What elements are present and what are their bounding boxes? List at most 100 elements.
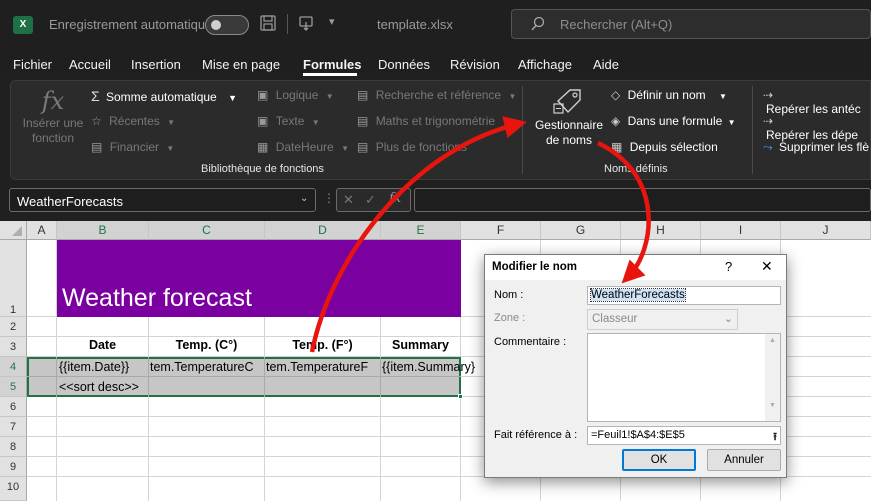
title-banner[interactable]: Weather forecast xyxy=(57,240,461,317)
use-in-formula-button[interactable]: ◈ Dans une formule ▼ xyxy=(611,114,736,128)
autosave-toggle[interactable] xyxy=(205,15,249,35)
star-icon: ☆ xyxy=(91,114,102,128)
dialog-title: Modifier le nom xyxy=(492,261,577,273)
header-date[interactable]: Date xyxy=(57,338,148,352)
trace-precedents-button[interactable]: ⇢ Repérer les antéc xyxy=(763,88,871,116)
math-button[interactable]: ▤ Maths et trigonométrie xyxy=(357,114,495,128)
cancel-icon[interactable]: ✕ xyxy=(343,192,354,208)
function-library-group-label: Bibliothèque de fonctions xyxy=(201,163,324,175)
customize-toolbar-icon[interactable]: ▾ xyxy=(329,15,335,28)
column-header-f[interactable]: F xyxy=(461,221,541,240)
column-header-a[interactable]: A xyxy=(27,221,57,240)
cell-e4[interactable]: {{item.Summary} xyxy=(382,360,488,374)
column-header-j[interactable]: J xyxy=(781,221,871,240)
search-box[interactable]: Rechercher (Alt+Q) xyxy=(511,9,871,39)
dialog-title-bar: Modifier le nom ? ✕ xyxy=(485,255,786,280)
row-header-1[interactable]: 1 xyxy=(0,240,27,317)
lookup-button[interactable]: ▤ Recherche et référence ▼ xyxy=(357,88,516,102)
touch-mode-icon[interactable] xyxy=(297,13,317,37)
autosave-label: Enregistrement automatique xyxy=(49,17,213,32)
cancel-button[interactable]: Annuler xyxy=(707,449,781,471)
ok-button[interactable]: OK xyxy=(622,449,696,471)
column-header-b[interactable]: B xyxy=(57,221,149,240)
row-header-5[interactable]: 5 xyxy=(0,377,27,397)
column-header-e[interactable]: E xyxy=(381,221,461,240)
refers-to-input[interactable]: =Feuil1!$A$4:$E$5 ⭱ xyxy=(587,426,781,445)
name-box[interactable]: WeatherForecasts ⌄ xyxy=(9,188,316,212)
text-functions-button[interactable]: ▣ Texte ▼ xyxy=(257,114,320,128)
text-label: Texte xyxy=(275,114,305,128)
lookup-dropdown-icon: ▼ xyxy=(508,92,517,101)
cell-c4[interactable]: tem.TemperatureC xyxy=(150,360,264,374)
tab-affichage[interactable]: Affichage xyxy=(518,57,572,72)
more-functions-button[interactable]: ▤ Plus de fonctions xyxy=(357,140,467,154)
tab-formules[interactable]: Formules xyxy=(303,57,362,72)
tab-revision[interactable]: Révision xyxy=(450,57,500,72)
help-button[interactable]: ? xyxy=(725,259,732,274)
row-header-10[interactable]: 10 xyxy=(0,477,27,501)
name-box-value: WeatherForecasts xyxy=(17,194,123,209)
gridline xyxy=(264,357,265,397)
row-header-6[interactable]: 6 xyxy=(0,397,27,417)
ribbon-group-separator xyxy=(522,86,523,174)
save-icon[interactable] xyxy=(259,14,277,36)
column-header-g[interactable]: G xyxy=(541,221,621,240)
insert-function-button[interactable]: fx Insérer une fonction xyxy=(22,86,84,156)
trace-dependents-icon: ⇢ xyxy=(763,114,774,128)
column-header-i[interactable]: I xyxy=(701,221,781,240)
close-button[interactable]: ✕ xyxy=(761,258,773,275)
header-temp-c[interactable]: Temp. (C°) xyxy=(149,338,264,352)
column-header-c[interactable]: C xyxy=(149,221,265,240)
titlebar-divider xyxy=(287,14,288,34)
row-header-8[interactable]: 8 xyxy=(0,437,27,457)
menu-bar: Fichier Accueil Insertion Mise en page F… xyxy=(0,50,871,78)
scope-select[interactable]: Classeur ⌄ xyxy=(587,309,738,330)
row-header-7[interactable]: 7 xyxy=(0,417,27,437)
define-name-button[interactable]: ◇ Définir un nom ▼ xyxy=(611,88,727,102)
remove-arrows-button[interactable]: ⤳ Supprimer les flè xyxy=(763,140,869,155)
more-functions-label: Plus de fonctions xyxy=(375,140,468,154)
text-dropdown-icon: ▼ xyxy=(311,118,320,127)
cell-b4[interactable]: {{item.Date}} xyxy=(59,360,148,374)
tab-donnees[interactable]: Données xyxy=(378,57,430,72)
column-header-h[interactable]: H xyxy=(621,221,701,240)
datetime-button[interactable]: ▦ DateHeure ▼ xyxy=(257,140,349,154)
header-summary[interactable]: Summary xyxy=(381,338,460,352)
cell-d4[interactable]: tem.TemperatureF xyxy=(266,360,380,374)
row-header-2[interactable]: 2 xyxy=(0,317,27,337)
formula-input[interactable] xyxy=(414,188,871,212)
financial-button[interactable]: ▤ Financier ▼ xyxy=(91,140,174,154)
row-header-3[interactable]: 3 xyxy=(0,337,27,357)
tab-insertion[interactable]: Insertion xyxy=(131,57,181,72)
tab-aide[interactable]: Aide xyxy=(593,57,619,72)
create-from-selection-button[interactable]: ▦ Depuis sélection xyxy=(611,140,718,154)
more-functions-icon: ▤ xyxy=(357,140,369,154)
name-box-dropdown-icon[interactable]: ⌄ xyxy=(300,193,308,204)
header-temp-f[interactable]: Temp. (F°) xyxy=(265,338,380,352)
tab-fichier[interactable]: Fichier xyxy=(13,57,52,72)
datetime-label: DateHeure xyxy=(275,140,334,154)
cell-b5[interactable]: <<sort desc>> xyxy=(59,380,148,394)
enter-icon[interactable]: ✓ xyxy=(365,192,376,208)
row-header-4[interactable]: 4 xyxy=(0,357,27,377)
tab-mise-en-page[interactable]: Mise en page xyxy=(202,57,280,72)
lookup-label: Recherche et référence xyxy=(375,88,502,102)
logical-button[interactable]: ▣ Logique ▼ xyxy=(257,88,334,102)
column-header-d[interactable]: D xyxy=(265,221,381,240)
recent-functions-button[interactable]: ☆ Récentes ▼ xyxy=(91,114,175,128)
scroll-down-icon[interactable]: ▼ xyxy=(765,402,780,409)
comment-scrollbar[interactable]: ▲ ▼ xyxy=(765,334,780,421)
row-header-9[interactable]: 9 xyxy=(0,457,27,477)
select-all-corner[interactable] xyxy=(0,221,27,240)
scroll-up-icon[interactable]: ▲ xyxy=(765,337,780,344)
name-manager-button[interactable]: Gestionnaire de noms xyxy=(531,84,607,154)
autosum-button[interactable]: Σ Somme automatique ▼ xyxy=(91,88,237,104)
tab-accueil[interactable]: Accueil xyxy=(69,57,111,72)
collapse-dialog-icon[interactable]: ⭱ xyxy=(773,428,777,447)
comment-textarea[interactable]: ▲ ▼ xyxy=(587,333,781,422)
name-input[interactable]: WeatherForecasts xyxy=(587,286,781,305)
trace-dependents-button[interactable]: ⇢ Repérer les dépe xyxy=(763,114,871,142)
insert-function-icon[interactable]: fx xyxy=(389,191,401,206)
fill-handle[interactable] xyxy=(458,394,463,399)
logical-icon: ▣ xyxy=(257,88,269,102)
